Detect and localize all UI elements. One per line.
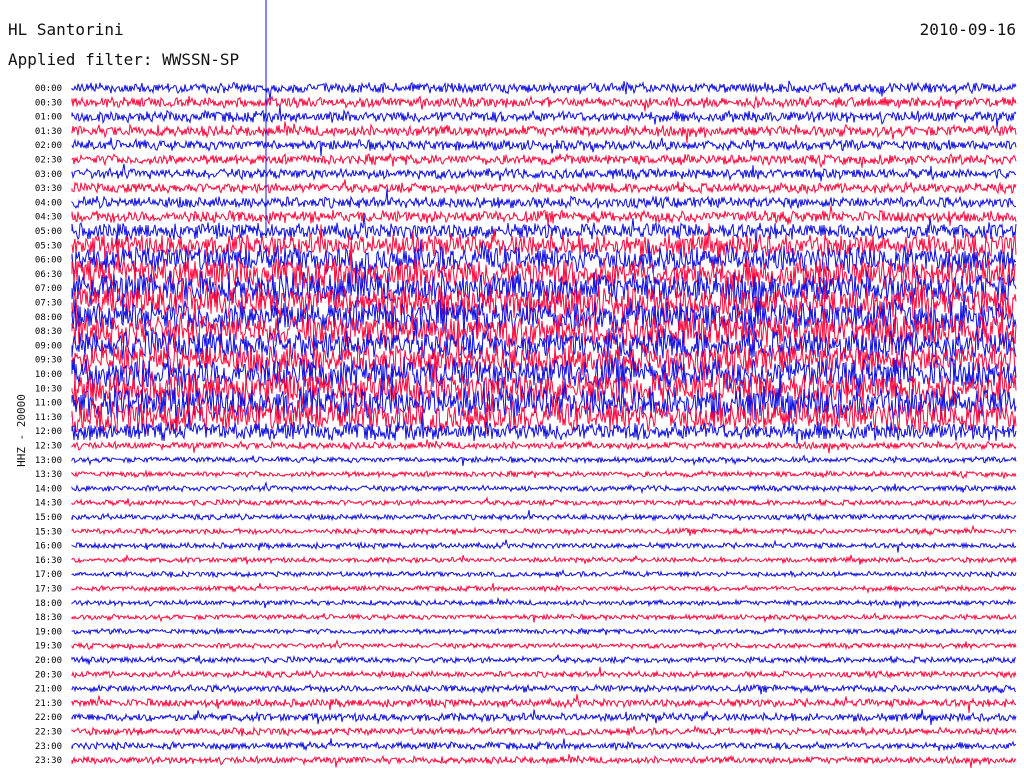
tick-label: 20:30 — [35, 670, 62, 680]
trace-0230 — [71, 152, 1017, 169]
trace-1900 — [71, 626, 1017, 636]
trace-2300 — [71, 738, 1017, 752]
tick-label: 10:30 — [35, 384, 62, 394]
tick-label: 03:30 — [35, 184, 62, 194]
tick-label: 16:30 — [35, 556, 62, 566]
trace-1730 — [71, 583, 1017, 594]
tick-label: 12:30 — [35, 442, 62, 452]
tick-label: 10:00 — [35, 370, 62, 380]
trace-0030 — [71, 94, 1017, 112]
tick-label: 17:00 — [35, 570, 62, 580]
trace-1800 — [71, 596, 1017, 609]
tick-label: 04:00 — [35, 198, 62, 208]
tick-label: 15:30 — [35, 527, 62, 537]
tick-label: 23:00 — [35, 742, 62, 752]
tick-label: 07:00 — [35, 284, 62, 294]
tick-label: 13:30 — [35, 470, 62, 480]
tick-label: 13:00 — [35, 456, 62, 466]
trace-2130 — [71, 694, 1017, 713]
trace-1600 — [71, 539, 1017, 553]
tick-label: 09:00 — [35, 341, 62, 351]
tick-label: 07:30 — [35, 299, 62, 309]
trace-0200 — [71, 137, 1017, 157]
tick-label: 05:00 — [35, 227, 62, 237]
trace-1430 — [71, 495, 1017, 507]
trace-0430 — [71, 205, 1017, 227]
tick-label: 17:30 — [35, 585, 62, 595]
tick-label: 00:00 — [35, 84, 62, 94]
tick-label: 06:00 — [35, 256, 62, 266]
tick-label: 14:30 — [35, 499, 62, 509]
tick-label: 23:30 — [35, 756, 62, 766]
trace-2200 — [71, 709, 1017, 725]
trace-1930 — [71, 638, 1017, 652]
tick-label: 03:00 — [35, 170, 62, 180]
trace-0100 — [71, 104, 1017, 129]
tick-label: 19:00 — [35, 627, 62, 637]
trace-0330 — [71, 179, 1017, 196]
tick-label: 19:30 — [35, 642, 62, 652]
tick-label: 21:30 — [35, 699, 62, 709]
tick-label: 22:00 — [35, 713, 62, 723]
trace-2230 — [71, 724, 1017, 737]
tick-label: 11:30 — [35, 413, 62, 423]
trace-1300 — [71, 454, 1017, 467]
tick-label: 14:00 — [35, 484, 62, 494]
trace-2000 — [71, 654, 1017, 665]
tick-label: 04:30 — [35, 213, 62, 223]
trace-1400 — [71, 481, 1017, 495]
tick-label: 22:30 — [35, 728, 62, 738]
tick-label: 08:30 — [35, 327, 62, 337]
tick-label: 02:30 — [35, 156, 62, 166]
tick-label: 18:30 — [35, 613, 62, 623]
trace-1700 — [71, 568, 1017, 579]
trace-0000 — [71, 80, 1017, 101]
trace-2100 — [71, 683, 1017, 695]
tick-label: 01:30 — [35, 127, 62, 137]
tick-label: 09:30 — [35, 356, 62, 366]
trace-2330 — [71, 754, 1017, 768]
trace-1630 — [71, 553, 1017, 565]
tick-label: 02:00 — [35, 141, 62, 151]
trace-1230 — [71, 439, 1017, 454]
tick-label: 12:00 — [35, 427, 62, 437]
tick-label: 01:00 — [35, 113, 62, 123]
trace-1330 — [71, 469, 1017, 480]
tick-label: 15:00 — [35, 513, 62, 523]
tick-label: 20:00 — [35, 656, 62, 666]
trace-1530 — [71, 524, 1017, 537]
tick-label: 00:30 — [35, 98, 62, 108]
trace-1830 — [71, 612, 1017, 623]
trace-0300 — [71, 163, 1017, 182]
tick-label: 06:30 — [35, 270, 62, 280]
tick-label: 16:00 — [35, 542, 62, 552]
tick-label: 05:30 — [35, 241, 62, 251]
tick-label: 11:00 — [35, 399, 62, 409]
tick-label: 18:00 — [35, 599, 62, 609]
tick-label: 08:00 — [35, 313, 62, 323]
trace-1500 — [71, 510, 1017, 522]
trace-0130 — [71, 121, 1017, 144]
tick-label: 21:00 — [35, 685, 62, 695]
trace-2030 — [71, 666, 1017, 680]
seismogram-plot: 00:00 00:30 01:00 01:30 02:00 02:30 03:00 03:30… — [35, 0, 1017, 768]
